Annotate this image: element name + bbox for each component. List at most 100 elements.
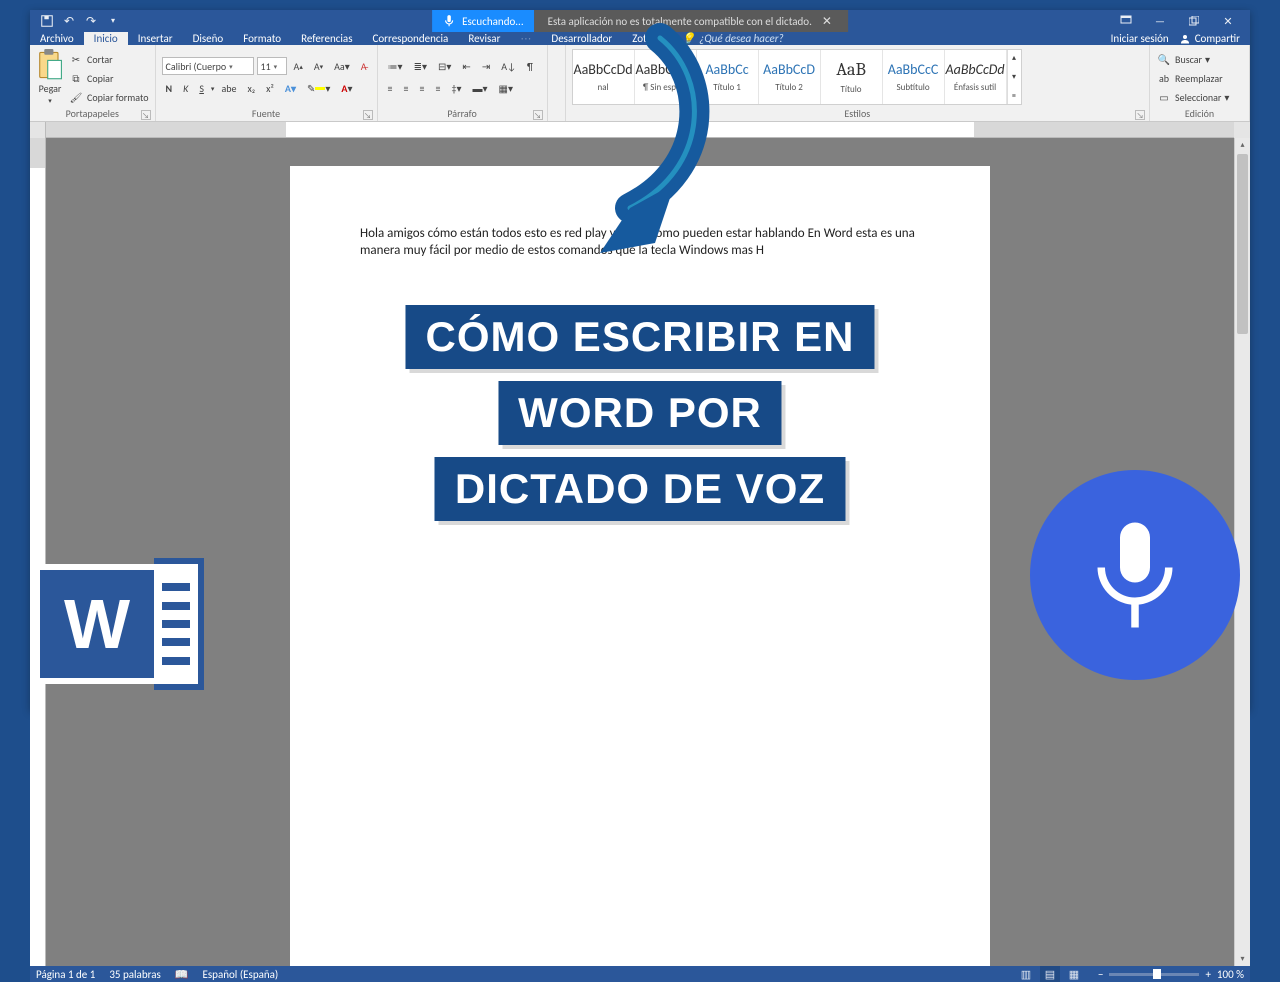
italic-button[interactable]: K <box>179 79 192 97</box>
change-case-button[interactable]: Aa▾ <box>330 57 354 75</box>
superscript-button[interactable]: x² <box>262 79 278 97</box>
font-size-combo[interactable]: 11▾ <box>257 57 287 75</box>
multilevel-button[interactable]: ⊟▾ <box>434 57 455 75</box>
quick-access-toolbar: ↶ ↷ ▾ <box>30 12 122 30</box>
strikethrough-button[interactable]: abe <box>217 79 240 97</box>
bullets-button[interactable]: ≔▾ <box>384 57 407 75</box>
scroll-down-icon[interactable]: ▾ <box>1235 952 1250 966</box>
font-name-combo[interactable]: Calibri (Cuerpo▾ <box>162 57 254 75</box>
copy-icon: ⧉ <box>68 70 84 86</box>
zoom-control: − + 100 % <box>1098 968 1244 981</box>
shrink-font-button[interactable]: A▾ <box>310 57 327 75</box>
style-titulo2[interactable]: AaBbCcDTítulo 2 <box>759 50 821 104</box>
thumbnail-title-overlay: CÓMO ESCRIBIR EN WORD POR DICTADO DE VOZ <box>405 305 874 521</box>
select-button[interactable]: ▭Seleccionar▾ <box>1156 89 1229 105</box>
copy-button[interactable]: ⧉Copiar <box>68 70 149 86</box>
paste-button[interactable]: Pegar ▾ <box>36 49 64 105</box>
tab-inicio[interactable]: Inicio <box>84 32 128 45</box>
document-page[interactable]: Hola amigos cómo están todos esto es red… <box>290 166 990 966</box>
tab-formato[interactable]: Formato <box>233 32 291 45</box>
word-count[interactable]: 35 palabras <box>109 968 160 981</box>
subscript-button[interactable]: x₂ <box>243 79 259 97</box>
style-enfasis[interactable]: AaBbCcDdÉnfasis sutil <box>945 50 1007 104</box>
tab-archivo[interactable]: Archivo <box>30 32 84 45</box>
fp-label: Copiar formato <box>87 91 149 104</box>
dialog-launcher-icon[interactable]: ↘ <box>1135 110 1145 120</box>
person-icon <box>1179 33 1191 45</box>
undo-icon[interactable]: ↶ <box>60 12 78 30</box>
brush-icon: 🖌 <box>68 89 84 105</box>
justify-button[interactable]: ≡ <box>432 79 445 97</box>
align-left-button[interactable]: ≡ <box>384 79 397 97</box>
grow-font-button[interactable]: A▴ <box>290 57 307 75</box>
minimize-button[interactable]: — <box>1144 10 1176 32</box>
text-effects-button[interactable]: A▾ <box>281 79 300 97</box>
gallery-down-icon[interactable]: ▾ <box>1008 72 1021 82</box>
format-painter-button[interactable]: 🖌Copiar formato <box>68 89 149 105</box>
scroll-thumb[interactable] <box>1237 154 1248 334</box>
close-button[interactable]: ✕ <box>1212 10 1244 32</box>
style-preview: AaBbCcC <box>888 61 939 78</box>
style-name: Subtítulo <box>896 82 929 93</box>
tab-insertar[interactable]: Insertar <box>128 32 183 45</box>
replace-button[interactable]: abReemplazar <box>1156 70 1223 86</box>
status-bar: Página 1 de 1 35 palabras 📖 Español (Esp… <box>30 966 1250 982</box>
zoom-level[interactable]: 100 % <box>1217 968 1244 981</box>
cut-button[interactable]: ✂Cortar <box>68 51 149 67</box>
title-line-2: WORD POR <box>498 381 782 445</box>
font-size-value: 11 <box>261 60 271 73</box>
dialog-launcher-icon[interactable]: ↘ <box>141 110 151 120</box>
find-button[interactable]: 🔍Buscar▾ <box>1156 51 1210 67</box>
page-count[interactable]: Página 1 de 1 <box>36 968 95 981</box>
zoom-out-button[interactable]: − <box>1098 968 1103 981</box>
read-mode-icon[interactable]: ▥ <box>1016 966 1036 982</box>
gallery-more-icon[interactable]: ≡ <box>1008 91 1021 101</box>
maximize-button[interactable] <box>1178 10 1210 32</box>
search-icon: 🔍 <box>1156 51 1172 67</box>
find-label: Buscar <box>1175 53 1202 66</box>
microphone-badge-icon <box>1030 470 1240 680</box>
zoom-in-button[interactable]: + <box>1205 968 1210 981</box>
decrease-indent-button[interactable]: ⇤ <box>458 57 474 75</box>
dialog-launcher-icon[interactable]: ↘ <box>363 110 373 120</box>
numbering-button[interactable]: ≣▾ <box>410 57 431 75</box>
web-layout-icon[interactable]: ▦ <box>1064 966 1084 982</box>
style-preview: AaB <box>836 59 866 80</box>
tab-referencias[interactable]: Referencias <box>291 32 362 45</box>
group-fuente: Calibri (Cuerpo▾ 11▾ A▴ A▾ Aa▾ A̶ N K S … <box>156 45 378 121</box>
word-logo-icon: W <box>34 558 204 690</box>
font-color-button[interactable]: A▾ <box>337 79 356 97</box>
align-right-button[interactable]: ≡ <box>416 79 429 97</box>
print-layout-icon[interactable]: ▤ <box>1040 966 1060 982</box>
scroll-up-icon[interactable]: ▴ <box>1235 138 1250 152</box>
align-center-button[interactable]: ≡ <box>400 79 413 97</box>
bold-button[interactable]: N <box>162 79 177 97</box>
spell-check-icon[interactable]: 📖 <box>175 968 189 981</box>
underline-button[interactable]: S <box>195 79 208 97</box>
tab-diseno[interactable]: Diseño <box>183 32 234 45</box>
highlight-button[interactable]: ✎▾ <box>303 79 334 97</box>
redo-icon[interactable]: ↷ <box>82 12 100 30</box>
save-icon[interactable] <box>38 12 56 30</box>
style-titulo[interactable]: AaB Título <box>821 50 883 104</box>
zoom-slider[interactable] <box>1109 973 1199 976</box>
vertical-ruler[interactable] <box>30 138 46 966</box>
paste-label: Pegar <box>39 82 62 95</box>
ribbon-options-icon[interactable] <box>1110 10 1142 32</box>
word-doc-lines <box>154 558 204 690</box>
clear-format-button[interactable]: A̶ <box>357 57 371 75</box>
group-label: Fuente <box>252 107 280 120</box>
close-banner-icon[interactable]: ✕ <box>820 14 834 28</box>
sign-in-link[interactable]: Iniciar sesión <box>1111 32 1169 45</box>
line-spacing-button[interactable]: ‡▾ <box>447 79 465 97</box>
qat-dropdown-icon[interactable]: ▾ <box>104 12 122 30</box>
style-name: Título <box>841 84 862 95</box>
share-button[interactable]: Compartir <box>1179 32 1240 45</box>
view-buttons: ▥ ▤ ▦ <box>1016 966 1084 982</box>
style-subtitulo[interactable]: AaBbCcC Subtítulo <box>883 50 945 104</box>
gallery-up-icon[interactable]: ▴ <box>1008 53 1021 63</box>
title-line-3: DICTADO DE VOZ <box>435 457 845 521</box>
language-status[interactable]: Español (España) <box>203 968 279 981</box>
pointer-arrow-icon <box>480 18 740 278</box>
tab-correspondencia[interactable]: Correspondencia <box>363 32 459 45</box>
